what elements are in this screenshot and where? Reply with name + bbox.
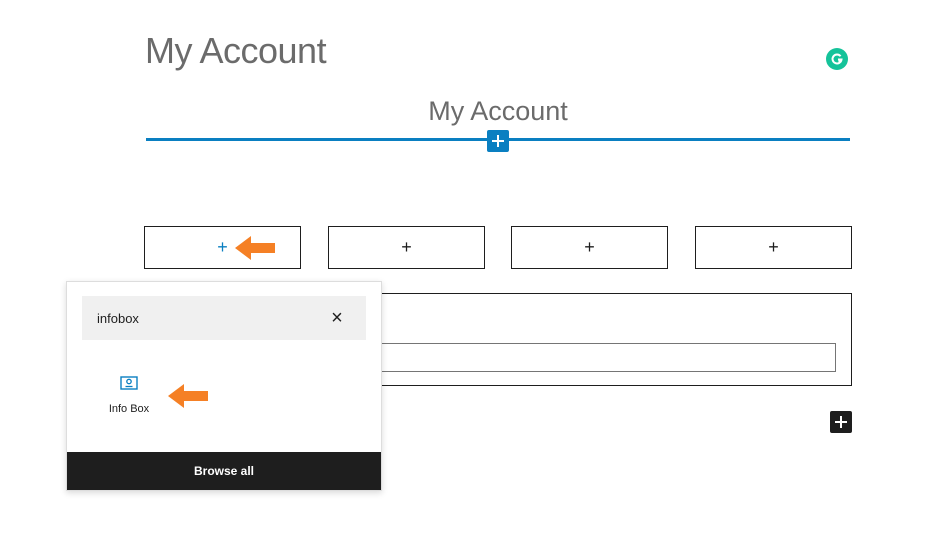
plus-icon bbox=[835, 416, 847, 428]
block-inner-field[interactable] bbox=[372, 343, 836, 372]
clear-search-button[interactable]: × bbox=[326, 307, 348, 329]
column-4-add-block-button[interactable]: + bbox=[695, 226, 852, 269]
heading-block[interactable]: My Account bbox=[145, 95, 851, 127]
grammarly-icon[interactable] bbox=[826, 48, 848, 70]
plus-icon bbox=[492, 135, 504, 147]
column-1-add-block-button[interactable]: + bbox=[144, 226, 301, 269]
block-search-input[interactable] bbox=[82, 296, 327, 340]
block-search: × bbox=[82, 296, 366, 340]
browse-all-button[interactable]: Browse all bbox=[67, 452, 381, 490]
column-3-add-block-button[interactable]: + bbox=[511, 226, 668, 269]
block-inserter-popover: × Info Box Browse all bbox=[66, 281, 382, 491]
add-block-button[interactable] bbox=[830, 411, 852, 433]
page-title: My Account bbox=[145, 30, 327, 71]
column-4-plus-icon: + bbox=[768, 237, 779, 257]
info-box-icon bbox=[120, 376, 138, 390]
annotation-arrow-icon bbox=[168, 384, 208, 408]
block-container[interactable] bbox=[372, 293, 852, 386]
annotation-arrow-icon bbox=[235, 236, 275, 260]
close-icon: × bbox=[331, 307, 343, 329]
block-appender-button[interactable] bbox=[487, 130, 509, 152]
block-result-info-box[interactable]: Info Box bbox=[93, 370, 165, 430]
column-3-plus-icon: + bbox=[584, 237, 595, 257]
block-result-label: Info Box bbox=[108, 403, 150, 415]
column-2-add-block-button[interactable]: + bbox=[328, 226, 485, 269]
column-2-plus-icon: + bbox=[401, 237, 412, 257]
column-1-plus-icon: + bbox=[217, 237, 228, 257]
